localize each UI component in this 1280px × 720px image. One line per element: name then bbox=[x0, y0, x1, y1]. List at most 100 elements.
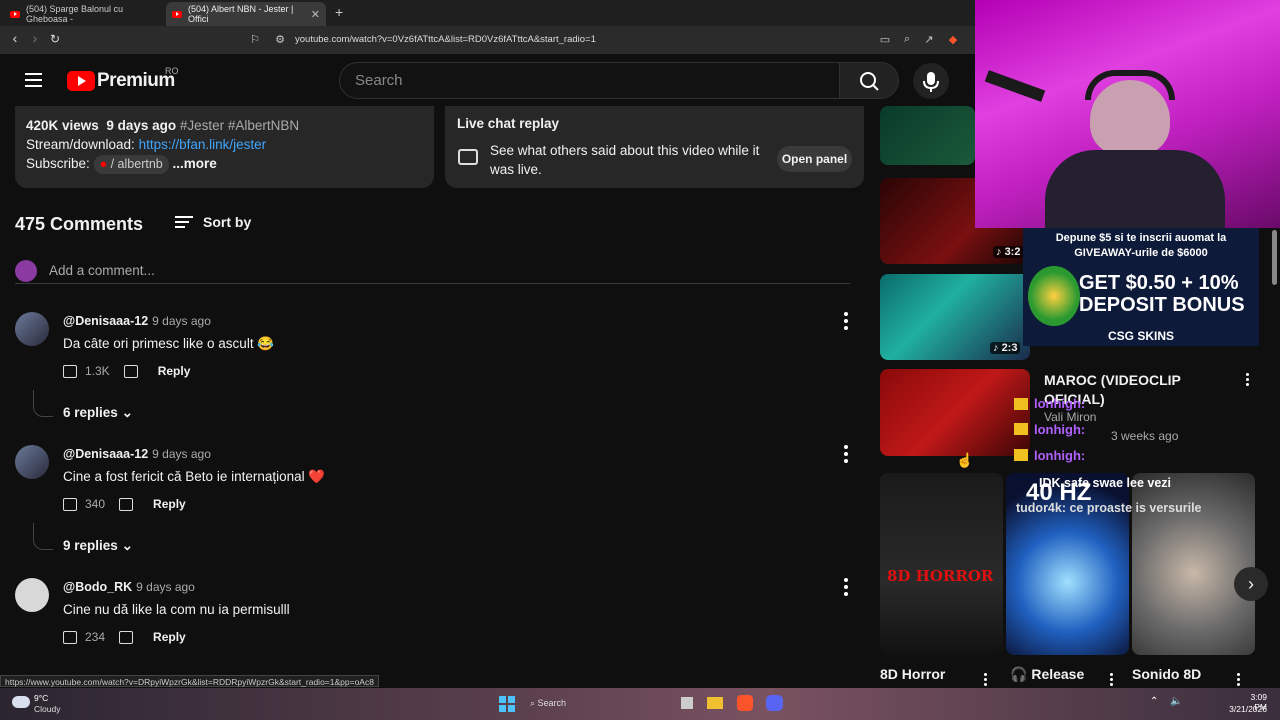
video-description[interactable]: 420K views 9 days ago #Jester #AlbertNBN… bbox=[15, 106, 434, 188]
comment-author[interactable]: @Denisaaa-12 9 days ago bbox=[63, 447, 211, 461]
chevron-down-icon: ⌄ bbox=[121, 405, 133, 420]
open-panel-button[interactable]: Open panel bbox=[777, 146, 852, 172]
weather-desc[interactable]: Cloudy bbox=[34, 704, 60, 714]
video-age: 3 weeks ago bbox=[1111, 429, 1179, 443]
comment-time[interactable]: 9 days ago bbox=[152, 314, 211, 328]
reply-button[interactable]: Reply bbox=[158, 364, 191, 378]
ad-brand: CSG SKINS bbox=[1107, 329, 1174, 343]
address-bar-row: ‹ › ↻ ⚐ ⚙ youtube.com/watch?v=0Vz6fATttc… bbox=[0, 26, 975, 54]
back-icon[interactable]: ‹ bbox=[6, 30, 24, 46]
discord-icon[interactable] bbox=[766, 695, 783, 711]
cast-icon[interactable]: ▭ bbox=[878, 33, 892, 47]
avatar[interactable] bbox=[15, 445, 49, 479]
shelf-thumbnail[interactable]: 8D HORROR bbox=[880, 473, 1003, 655]
chat-username: lonhigh: bbox=[1034, 422, 1086, 437]
avatar[interactable] bbox=[15, 578, 49, 612]
comment-author[interactable]: @Denisaaa-12 9 days ago bbox=[63, 314, 211, 328]
like-icon[interactable] bbox=[63, 497, 77, 511]
hashtags[interactable]: #Jester #AlbertNBN bbox=[180, 118, 299, 133]
ad-headline-2: DEPOSIT BONUS bbox=[1079, 294, 1245, 316]
like-icon[interactable] bbox=[63, 630, 77, 644]
comment-thread: @Bodo_RK 9 days ago Cine nu dă like la co… bbox=[15, 578, 855, 673]
channel-chip[interactable]: ● / albertnb bbox=[93, 155, 169, 174]
clock-date[interactable]: 3/21/2026 bbox=[1227, 704, 1267, 714]
comment-time[interactable]: 9 days ago bbox=[136, 580, 195, 594]
more-options-icon[interactable] bbox=[844, 445, 848, 466]
comment-thread: @Denisaaa-12 9 days ago Cine a fost feric… bbox=[15, 445, 855, 575]
thumb-text: 8D HORROR bbox=[887, 567, 994, 585]
more-options-icon[interactable] bbox=[1237, 673, 1241, 688]
webcam-overlay bbox=[975, 0, 1280, 228]
tab-2-active[interactable]: (504) Albert NBN - Jester | Offici ✕ bbox=[166, 2, 326, 26]
dislike-icon[interactable] bbox=[119, 630, 134, 644]
author-handle[interactable]: @Bodo_RK bbox=[63, 580, 132, 594]
url-field[interactable]: youtube.com/watch?v=0Vz6fATttcA&list=RD0… bbox=[295, 34, 596, 45]
tray-chevron-icon[interactable]: ⌃ bbox=[1150, 696, 1158, 707]
site-info-icon[interactable]: ⚙ bbox=[273, 33, 287, 47]
close-tab-icon[interactable]: ✕ bbox=[311, 8, 320, 21]
more-options-icon[interactable] bbox=[844, 578, 848, 599]
view-replies-button[interactable]: 6 replies ⌄ bbox=[63, 405, 133, 421]
reply-button[interactable]: Reply bbox=[153, 497, 186, 511]
bookmark-icon[interactable]: ⚐ bbox=[248, 33, 262, 47]
tab-title: (504) Albert NBN - Jester | Offici bbox=[188, 4, 294, 24]
brave-shield-icon[interactable]: ◆ bbox=[946, 33, 960, 47]
page-scrollbar[interactable] bbox=[1272, 230, 1277, 285]
tab-1[interactable]: (504) Sparge Balonul cu Gheboasa - bbox=[4, 2, 162, 26]
author-handle[interactable]: @Denisaaa-12 bbox=[63, 447, 148, 461]
more-options-icon[interactable] bbox=[1246, 373, 1250, 388]
comment-time[interactable]: 9 days ago bbox=[152, 447, 211, 461]
shelf-title[interactable]: Sonido 8D bbox=[1132, 666, 1201, 682]
video-thumbnail[interactable]: ♪ 2:3 bbox=[880, 274, 1030, 360]
weather-temp[interactable]: 9°C bbox=[34, 693, 48, 703]
new-tab-button[interactable]: + bbox=[335, 4, 343, 20]
avatar[interactable] bbox=[15, 312, 49, 346]
share-icon[interactable]: ↗ bbox=[922, 33, 936, 47]
microphone-icon bbox=[923, 72, 939, 92]
video-thumbnail[interactable] bbox=[880, 106, 975, 165]
reply-button[interactable]: Reply bbox=[153, 630, 186, 644]
add-comment-field[interactable]: Add a comment... bbox=[15, 260, 850, 284]
search-button[interactable] bbox=[839, 62, 899, 99]
menu-icon[interactable] bbox=[25, 73, 42, 87]
cloud-icon bbox=[12, 696, 30, 708]
description-meta: 420K views 9 days ago #Jester #AlbertNBN bbox=[26, 116, 423, 135]
youtube-header: Premium RO Search bbox=[0, 54, 975, 106]
shelf-title[interactable]: 🎧 Release bbox=[1010, 666, 1084, 683]
forward-icon[interactable]: › bbox=[26, 30, 44, 46]
taskbar-search[interactable]: ⌕ Search bbox=[524, 696, 664, 712]
search-input[interactable]: Search bbox=[339, 62, 839, 99]
upload-date: 9 days ago bbox=[106, 118, 177, 133]
thread-line bbox=[33, 523, 53, 550]
comment-author[interactable]: @Bodo_RK 9 days ago bbox=[63, 580, 195, 594]
logo-text: Premium bbox=[97, 70, 175, 91]
youtube-premium-logo[interactable]: Premium RO bbox=[67, 66, 179, 92]
view-replies-button[interactable]: 9 replies ⌄ bbox=[63, 538, 133, 554]
more-options-icon[interactable] bbox=[844, 312, 848, 333]
stream-link[interactable]: https://bfan.link/jester bbox=[139, 137, 267, 152]
more-link[interactable]: ...more bbox=[173, 156, 217, 171]
file-explorer-icon[interactable] bbox=[707, 697, 723, 709]
voice-search-button[interactable] bbox=[913, 63, 949, 99]
reload-icon[interactable]: ↻ bbox=[46, 32, 64, 46]
more-options-icon[interactable] bbox=[1110, 673, 1114, 688]
volume-icon[interactable]: 🔈 bbox=[1170, 696, 1182, 707]
headphones-icon bbox=[1085, 70, 1175, 100]
comment-text: Cine nu dă like la com nu ia permisulll bbox=[63, 602, 290, 617]
add-comment-placeholder: Add a comment... bbox=[49, 263, 155, 278]
author-handle[interactable]: @Denisaaa-12 bbox=[63, 314, 148, 328]
video-thumbnail[interactable] bbox=[880, 369, 1030, 456]
brave-browser-icon[interactable] bbox=[737, 695, 753, 711]
more-options-icon[interactable] bbox=[984, 673, 988, 688]
sort-by-button[interactable]: Sort by bbox=[175, 213, 251, 231]
dislike-icon[interactable] bbox=[123, 364, 138, 378]
comment-actions: 234 Reply bbox=[63, 630, 186, 644]
like-icon[interactable] bbox=[63, 364, 77, 378]
zoom-icon[interactable]: ⌕ bbox=[900, 33, 914, 47]
shelf-next-button[interactable]: › bbox=[1234, 567, 1268, 601]
tab-title: (504) Sparge Balonul cu Gheboasa - bbox=[26, 4, 124, 24]
task-view-icon[interactable] bbox=[681, 697, 693, 709]
shelf-title[interactable]: 8D Horror bbox=[880, 666, 945, 682]
dislike-icon[interactable] bbox=[119, 497, 134, 511]
windows-start-icon[interactable] bbox=[499, 696, 515, 712]
